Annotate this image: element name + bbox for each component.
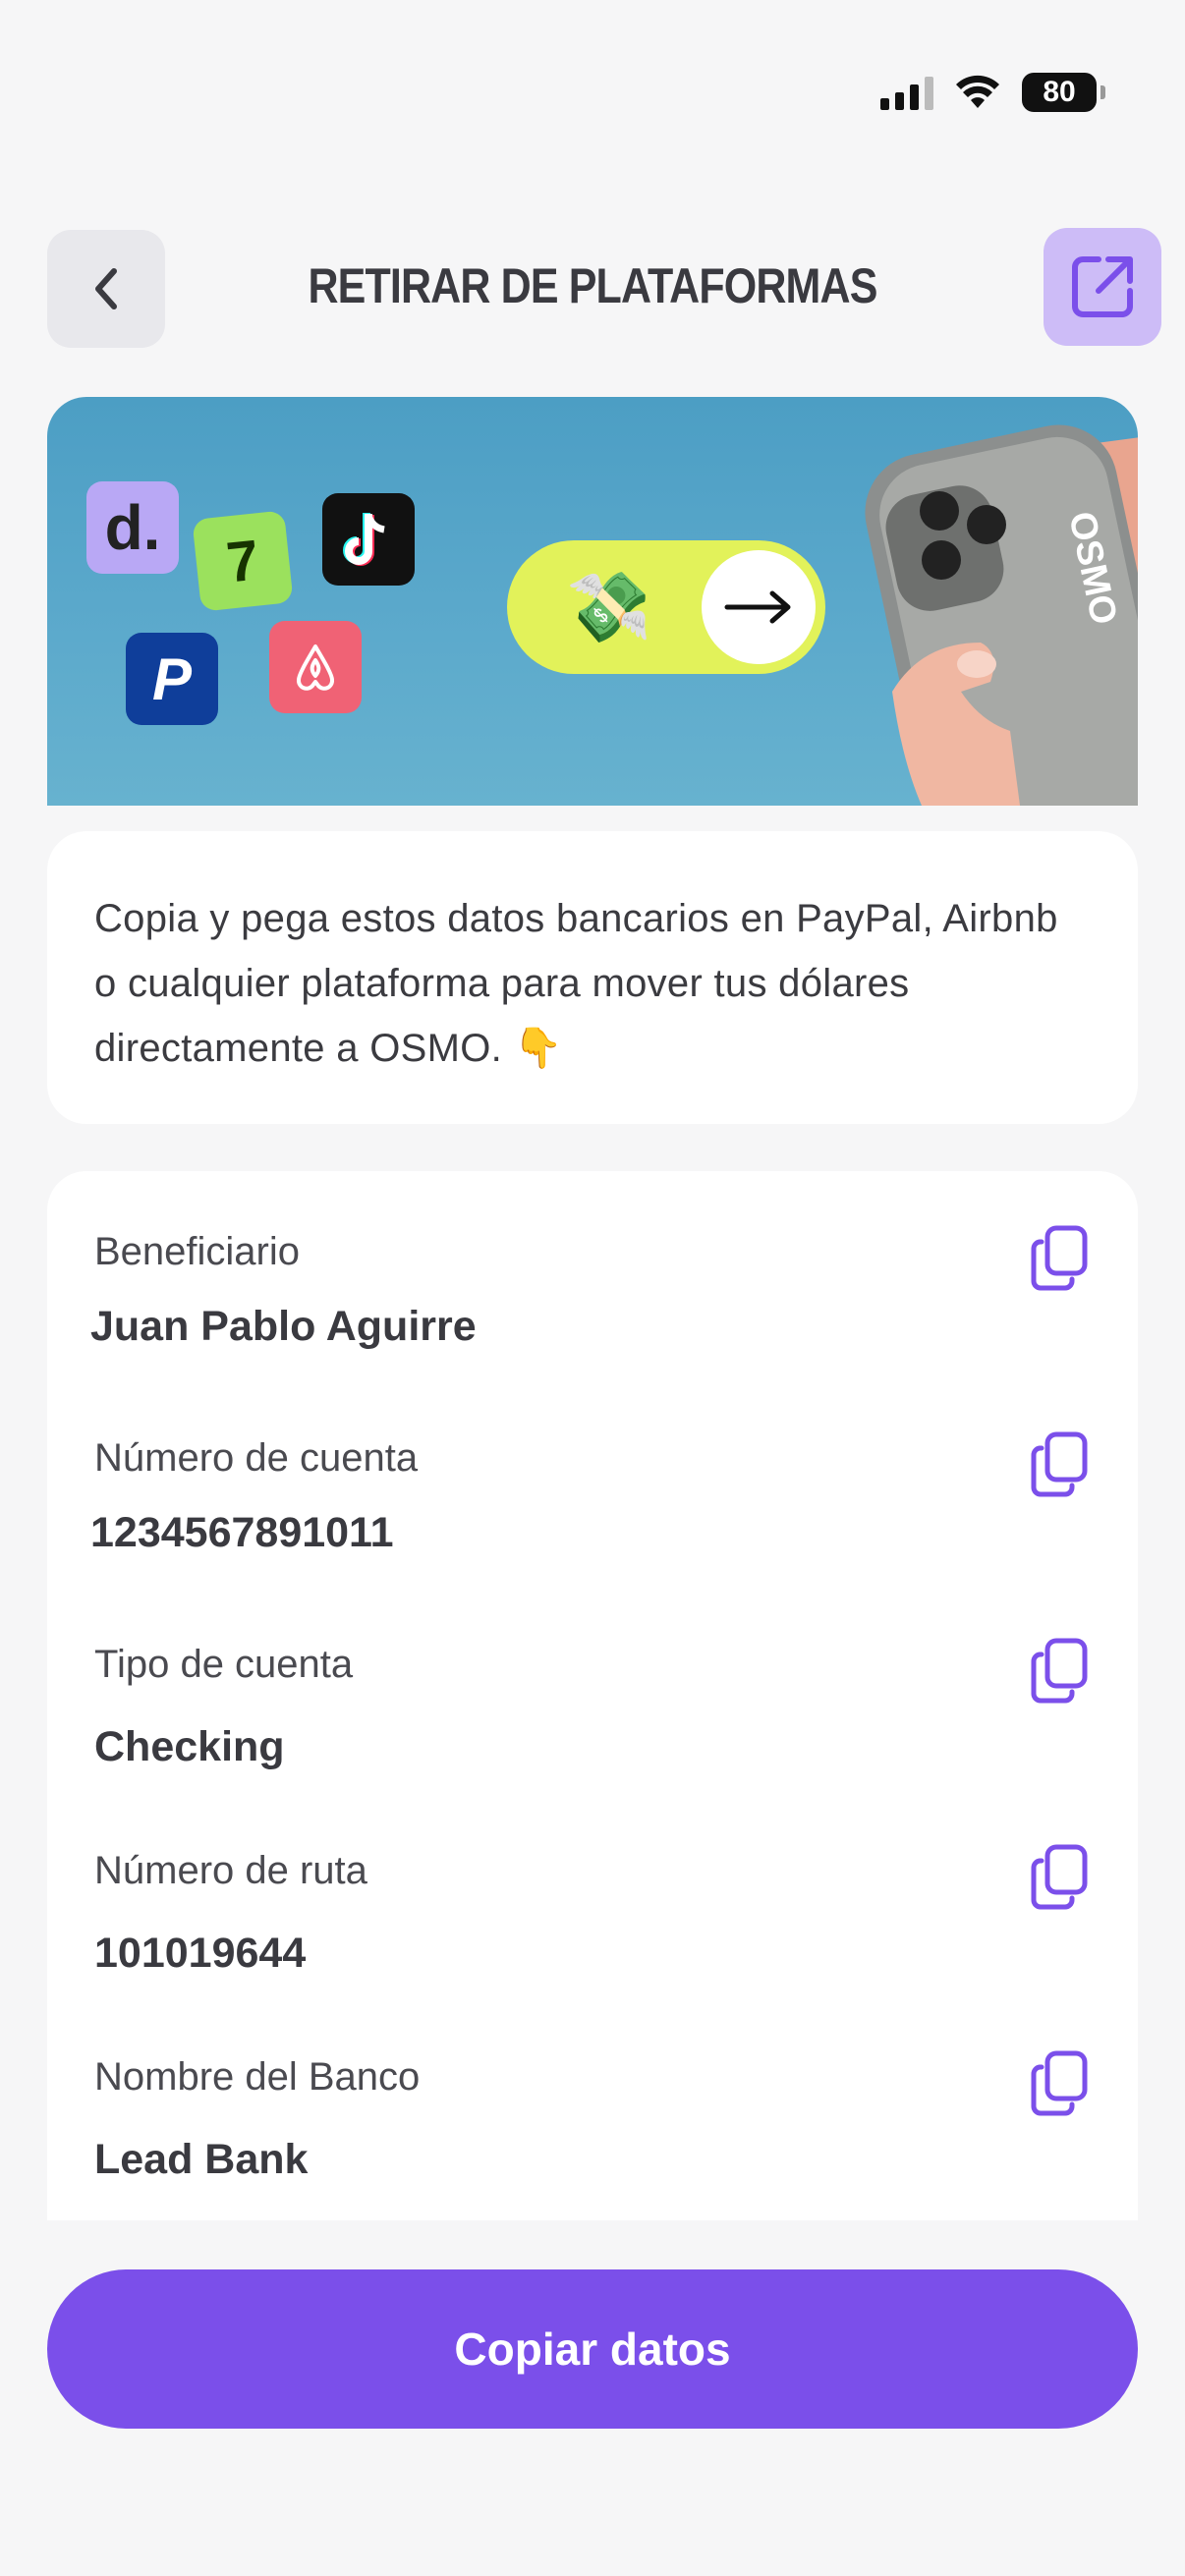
arrow-right-icon [724,590,791,624]
field-value: 101019644 [94,1930,307,1977]
copy-icon[interactable] [1028,2049,1091,2118]
copy-icon[interactable] [1028,1637,1091,1706]
copy-data-button[interactable]: Copiar datos [47,2269,1138,2429]
battery-icon: 80 [1022,73,1105,112]
money-with-wings-icon: 💸 [566,569,652,645]
info-card: Copia y pega estos datos bancarios en Pa… [47,831,1138,1124]
status-icons: 80 [880,73,1105,112]
field-label: Beneficiario [94,1230,301,1273]
field-label: Nombre del Banco [94,2055,421,2099]
status-bar: 80 [0,0,1185,187]
field-value: Juan Pablo Aguirre [90,1303,477,1350]
tiktok-icon [322,493,415,586]
field-account-type: Tipo de cuenta Checking [94,1638,1091,1810]
field-label: Número de cuenta [94,1436,419,1480]
field-routing-number: Número de ruta 101019644 [94,1844,1091,2016]
field-account-number: Número de cuenta 1234567891011 [90,1431,1091,1603]
transfer-pill: 💸 [507,540,825,674]
page-title: RETIRAR DE PLATAFORMAS [308,258,877,313]
airbnb-icon [269,621,362,713]
wifi-icon [956,75,999,108]
header: RETIRAR DE PLATAFORMAS [0,228,1185,350]
share-button[interactable] [1044,228,1161,346]
field-beneficiary: Beneficiario Juan Pablo Aguirre [90,1225,1091,1397]
wise-icon: 7 [192,510,294,612]
cellular-signal-icon [880,75,933,110]
copy-icon[interactable] [1028,1430,1091,1499]
info-text: Copia y pega estos datos bancarios en Pa… [94,897,1058,1070]
copy-icon[interactable] [1028,1843,1091,1912]
promo-banner: d. 7 P 💸 OSMO [47,397,1138,806]
deel-icon: d. [86,481,179,574]
bank-details-card: Beneficiario Juan Pablo Aguirre Número d… [47,1171,1138,2220]
paypal-icon: P [126,633,218,725]
field-value: Checking [94,1723,285,1770]
external-link-icon [1072,256,1133,317]
field-label: Tipo de cuenta [94,1643,354,1686]
field-bank-name: Nombre del Banco Lead Bank [94,2050,1091,2220]
field-value: 1234567891011 [90,1509,394,1556]
battery-level: 80 [1043,76,1076,108]
copy-icon[interactable] [1028,1224,1091,1293]
arrow-circle [702,550,816,664]
field-value: Lead Bank [94,2136,309,2183]
field-label: Número de ruta [94,1849,367,1892]
phone-in-hand-image: OSMO [865,424,1138,806]
